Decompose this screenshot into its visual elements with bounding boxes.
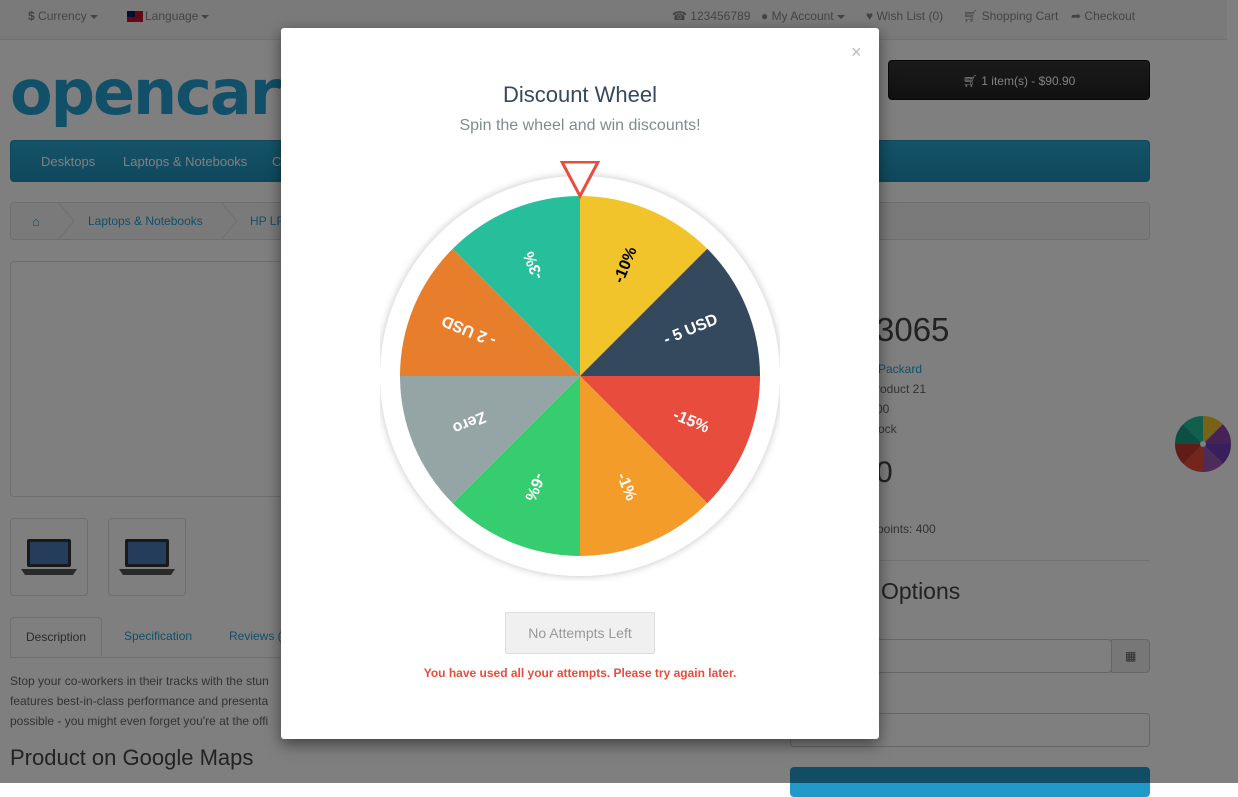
spin-button[interactable]: No Attempts Left — [505, 612, 655, 654]
discount-wheel: -10%- 5 USD-15%-1%-6%Zero- 2 USD-3% — [380, 161, 780, 576]
discount-wheel-modal: × Discount Wheel Spin the wheel and win … — [281, 28, 879, 739]
modal-title: Discount Wheel — [502, 82, 658, 107]
attempts-error-message: You have used all your attempts. Please … — [423, 666, 737, 680]
modal-subtitle: Spin the wheel and win discounts! — [459, 117, 701, 134]
close-icon[interactable]: × — [851, 42, 862, 63]
